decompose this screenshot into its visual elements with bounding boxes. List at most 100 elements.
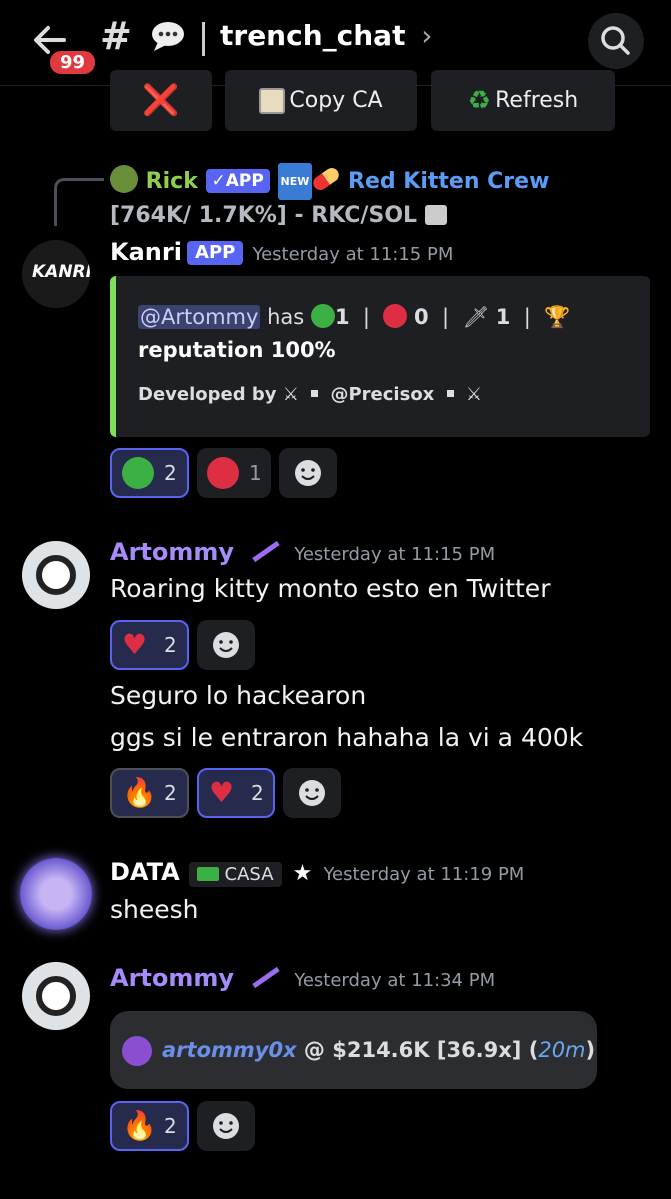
data-avatar[interactable]	[20, 858, 92, 930]
search-button[interactable]	[588, 13, 644, 69]
reaction-count: 2	[164, 461, 177, 485]
add-reaction-button[interactable]	[279, 448, 337, 498]
panda-avatar-icon	[36, 555, 76, 595]
username[interactable]: Artommy	[110, 964, 234, 992]
bullet-icon	[311, 390, 319, 397]
message-header: DATA CASA ★ Yesterday at 11:19 PM	[110, 858, 524, 887]
crossed-swords-icon: ⚔	[465, 384, 482, 405]
message-header: Kanri APP Yesterday at 11:15 PM	[110, 238, 453, 266]
timestamp: Yesterday at 11:15 PM	[252, 244, 454, 265]
username[interactable]: Artommy	[110, 538, 234, 566]
refresh-button[interactable]: ♻ Refresh	[431, 70, 615, 131]
channel-title[interactable]: trench_chat ›	[220, 19, 432, 52]
kanri-logo-icon: KANRI	[32, 262, 90, 282]
copy-ca-button[interactable]: Copy CA	[225, 70, 417, 131]
rifle-icon	[252, 966, 280, 989]
reaction-count: 2	[164, 781, 177, 805]
reaction-fire[interactable]: 🔥 2	[110, 768, 189, 818]
fire-icon: 🔥	[122, 1109, 157, 1142]
dev-prefix: Developed by	[138, 384, 277, 405]
fire-icon: 🔥	[122, 776, 157, 809]
reply-link[interactable]: Red Kitten Crew	[348, 169, 549, 194]
message-text: sheesh	[110, 895, 199, 924]
username[interactable]: DATA	[110, 858, 180, 886]
channel-name: trench_chat	[220, 19, 406, 52]
artommy-avatar[interactable]	[22, 962, 90, 1030]
kanri-avatar[interactable]: KANRI	[22, 240, 90, 308]
reply-preview[interactable]: Rick ✓APP NEW Red Kitten Crew [764K/ 1.7…	[110, 163, 630, 231]
app-badge: APP	[187, 241, 244, 265]
embed-line-1: @Artommy has 1 | 0 | 🗡 1 | 🏆	[138, 304, 571, 329]
reputation-embed: @Artommy has 1 | 0 | 🗡 1 | 🏆 reputation …	[110, 276, 650, 437]
money-icon	[196, 867, 219, 881]
reaction-heart[interactable]: ♥ 2	[110, 620, 189, 670]
smiley-icon	[213, 632, 239, 658]
pill-icon	[310, 165, 342, 193]
crossed-swords-icon: ⚔	[282, 384, 299, 405]
timestamp: Yesterday at 11:15 PM	[294, 544, 496, 565]
green-circle-icon	[122, 457, 154, 489]
clipboard-icon	[259, 87, 286, 114]
image-icon	[424, 205, 447, 225]
reaction-count: 2	[251, 781, 264, 805]
star-icon: ★	[292, 861, 313, 886]
dagger-count: 1	[495, 305, 511, 329]
role-tag-label: CASA	[224, 864, 274, 885]
dagger-icon: 🗡	[462, 305, 490, 329]
red-count: 0	[414, 305, 429, 329]
smiley-icon	[299, 780, 325, 806]
artommy-avatar[interactable]	[22, 541, 90, 609]
smiley-icon	[295, 460, 321, 486]
red-circle-icon	[207, 457, 239, 489]
timestamp: Yesterday at 11:19 PM	[323, 864, 525, 885]
header-divider	[202, 22, 205, 56]
message-text: Seguro lo hackearon	[110, 681, 367, 710]
embed-line-2: reputation 100%	[138, 338, 336, 362]
panda-avatar-icon	[36, 976, 76, 1016]
rifle-icon	[252, 540, 280, 563]
green-circle-icon	[310, 304, 335, 328]
user-mention[interactable]: @Artommy	[138, 305, 261, 329]
chevron-right-icon: ›	[421, 19, 433, 52]
add-reaction-button[interactable]	[283, 768, 341, 818]
red-circle-icon	[383, 304, 408, 328]
username[interactable]: Kanri	[110, 238, 182, 266]
copy-ca-label: Copy CA	[289, 88, 383, 113]
add-reaction-button[interactable]	[197, 620, 255, 670]
reaction-count: 2	[164, 1114, 177, 1138]
trophy-icon: 🏆	[544, 305, 571, 329]
timestamp: Yesterday at 11:34 PM	[294, 970, 496, 991]
trade-mid: @ $214.6K [36.9x] (	[303, 1038, 539, 1062]
trader-handle[interactable]: artommy0x	[162, 1038, 297, 1062]
recycle-icon: ♻	[467, 85, 492, 116]
heart-icon: ♥	[209, 776, 235, 809]
app-badge: ✓APP	[205, 169, 270, 193]
reaction-count: 1	[249, 461, 262, 485]
devil-icon	[122, 1036, 152, 1066]
smiley-icon	[213, 1113, 239, 1139]
channel-hash-icon: #	[100, 14, 132, 58]
embed-has-text: has	[267, 305, 305, 329]
message-header: Artommy Yesterday at 11:34 PM	[110, 964, 495, 992]
trade-text: artommy0x @ $214.6K [36.9x] (20m)	[162, 1038, 595, 1062]
bullet-icon	[446, 390, 454, 397]
trade-time: 20m	[538, 1038, 586, 1062]
role-tag: CASA	[188, 862, 282, 887]
reply-username: Rick	[145, 169, 198, 194]
reaction-red[interactable]: 1	[197, 448, 271, 498]
refresh-label: Refresh	[495, 88, 579, 113]
chat-bubble-icon	[152, 22, 184, 51]
reaction-green[interactable]: 2	[110, 448, 189, 498]
green-count: 1	[334, 305, 350, 329]
message-text: Roaring kitty monto esto en Twitter	[110, 574, 551, 603]
cancel-button[interactable]: ❌	[110, 70, 212, 131]
reply-connector	[54, 178, 104, 226]
add-reaction-button[interactable]	[197, 1101, 255, 1151]
unread-badge: 99	[47, 48, 99, 77]
reaction-count: 2	[164, 633, 177, 657]
rick-avatar-icon	[110, 165, 138, 193]
search-icon	[601, 26, 630, 55]
reaction-fire[interactable]: 🔥 2	[110, 1101, 189, 1151]
trade-close: )	[585, 1038, 596, 1062]
reaction-heart[interactable]: ♥ 2	[197, 768, 275, 818]
